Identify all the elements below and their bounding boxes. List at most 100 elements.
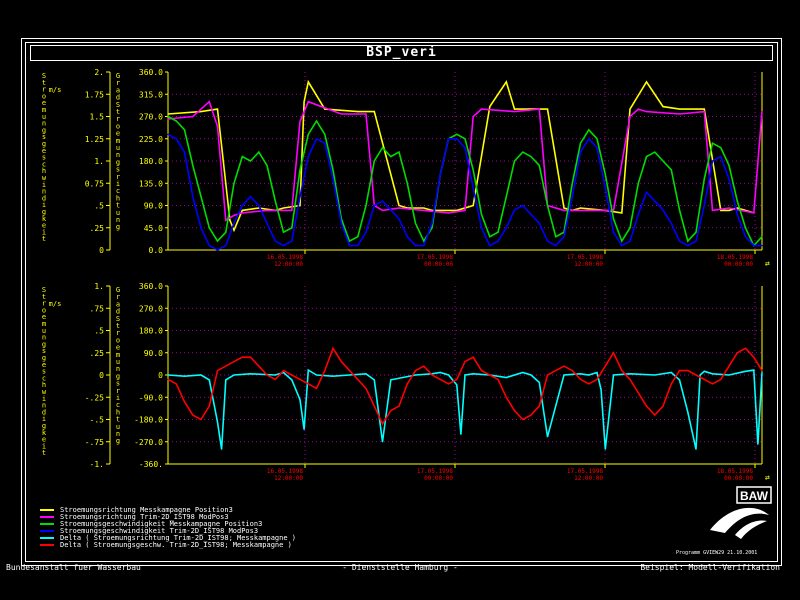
series-point	[744, 347, 747, 349]
series-point	[703, 108, 705, 110]
series-point	[588, 374, 590, 376]
series-point	[629, 108, 631, 110]
series-point	[241, 204, 243, 207]
series-point	[757, 443, 759, 445]
right-tick-label: 0.0	[149, 246, 164, 255]
right-tick-label: 360.0	[139, 68, 163, 77]
series-point	[447, 383, 450, 385]
series-point	[303, 101, 305, 103]
series-point	[645, 156, 648, 158]
right-tick-label: 0	[158, 371, 163, 380]
x-tick-date: 18.05.1998	[717, 254, 754, 261]
series-point	[563, 374, 565, 376]
series-point	[216, 421, 219, 423]
series-point	[588, 138, 590, 140]
series-point	[522, 418, 524, 421]
right-tick-label: -360.	[139, 460, 163, 469]
series-point	[340, 361, 342, 363]
series-point	[588, 209, 590, 211]
series-point	[274, 200, 276, 202]
series-point	[497, 378, 499, 380]
series-point	[299, 196, 301, 198]
right-tick-label: 45.0	[144, 224, 163, 233]
right-tick-label: 90.0	[144, 202, 163, 211]
series-point	[596, 371, 598, 374]
series-point	[167, 374, 169, 376]
series-point	[208, 405, 210, 407]
right-tick-label: -180.0	[134, 416, 163, 425]
series-point	[530, 213, 532, 215]
series-point	[183, 129, 186, 131]
series-point	[538, 108, 540, 110]
x-tick-date: 16.05.1998	[267, 468, 304, 475]
series-point	[629, 373, 631, 375]
series-point	[299, 378, 301, 380]
series-point	[571, 196, 573, 198]
series-point	[497, 240, 499, 242]
series-point	[604, 187, 606, 189]
series-point	[472, 204, 474, 207]
series-point	[192, 164, 194, 166]
series-point	[522, 151, 524, 153]
series-point	[637, 392, 639, 394]
right-tick-label: -270.0	[134, 438, 163, 447]
series-point	[167, 115, 169, 118]
series-point	[456, 378, 458, 380]
series-point	[654, 151, 656, 153]
series-point	[175, 120, 177, 122]
series-point	[208, 379, 210, 381]
left-tick-label: -.25	[85, 393, 104, 402]
series-point	[332, 178, 334, 180]
series-point	[233, 374, 235, 376]
series-point	[645, 405, 648, 407]
series-point	[266, 222, 268, 224]
series-point	[208, 227, 210, 229]
series-point	[588, 129, 590, 131]
series-point	[381, 147, 384, 149]
series-point	[357, 111, 359, 113]
series-point	[249, 356, 252, 358]
series-point	[480, 227, 483, 229]
series-point	[373, 160, 375, 162]
series-point	[555, 370, 557, 372]
scroll-arrows-icon: ⇄	[765, 473, 770, 482]
series-point	[423, 245, 425, 247]
series-point	[381, 209, 384, 211]
series-point	[431, 227, 433, 229]
left-axis-label-char: t	[42, 449, 46, 457]
series-point	[736, 352, 738, 354]
series-point	[365, 387, 367, 389]
series-point	[513, 410, 516, 412]
series-point	[225, 379, 227, 381]
left-tick-label: 0	[99, 246, 104, 255]
series-point	[307, 101, 309, 103]
legend-swatch	[40, 516, 54, 518]
series-point	[332, 375, 334, 377]
series-point	[307, 81, 309, 83]
series-point	[670, 383, 672, 385]
left-tick-label: -.5	[90, 416, 105, 425]
series-point	[505, 376, 507, 379]
series-point	[414, 245, 417, 247]
series-point	[720, 147, 722, 149]
series-point	[670, 169, 672, 171]
legend-swatch	[40, 509, 54, 511]
series-point	[208, 245, 210, 247]
series-point	[645, 191, 648, 193]
right-axis-label-char: g	[116, 223, 120, 231]
series-point	[489, 245, 491, 247]
series-point	[258, 365, 260, 367]
right-axis-label-char: g	[116, 437, 120, 445]
series-point	[687, 370, 689, 372]
left-tick-label: -1.	[90, 460, 104, 469]
series-point	[460, 433, 462, 435]
series-point	[472, 115, 474, 118]
series-point	[505, 81, 507, 83]
series-point	[241, 209, 243, 211]
series-point	[373, 204, 375, 207]
series-point	[200, 418, 202, 421]
left-tick-label: .75	[90, 304, 105, 313]
series-point	[596, 138, 598, 140]
right-tick-label: 90.0	[144, 349, 163, 358]
series-point	[728, 365, 730, 367]
